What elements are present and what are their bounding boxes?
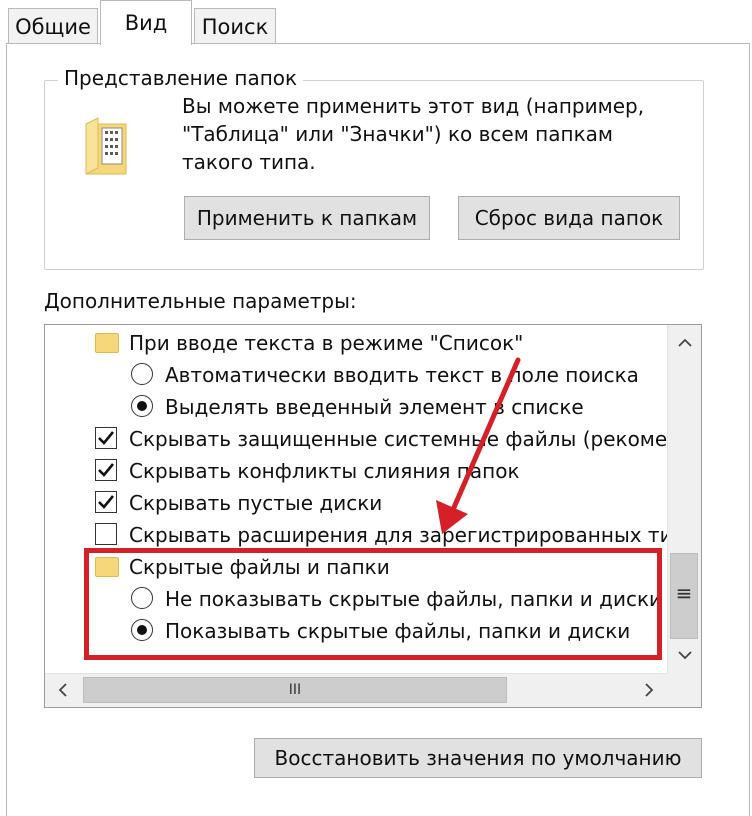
radio-button[interactable]	[131, 619, 153, 641]
horizontal-scrollbar[interactable]: III	[45, 673, 667, 707]
folder-view-icon	[85, 117, 127, 175]
list-item-label: Скрытые файлы и папки	[129, 555, 390, 579]
checkbox[interactable]	[95, 491, 117, 513]
radio-show-hidden[interactable]: Показывать скрытые файлы, папки и диски	[131, 615, 630, 647]
checkmark-icon	[98, 431, 115, 445]
advanced-settings-list[interactable]: При вводе текста в режиме "Список" Автом…	[44, 324, 702, 708]
checkbox-hide-protected-files[interactable]: Скрывать защищенные системные файлы (рек…	[95, 423, 667, 455]
checkbox-hide-merge-conflicts[interactable]: Скрывать конфликты слияния папок	[95, 455, 520, 487]
restore-defaults-button[interactable]: Восстановить значения по умолчанию	[254, 738, 702, 778]
scrollbar-corner	[667, 673, 701, 707]
folder-views-description: Вы можете применить этот вид (например, …	[182, 92, 662, 176]
radio-button[interactable]	[131, 363, 153, 385]
radio-dont-show-hidden[interactable]: Не показывать скрытые файлы, папки и дис…	[131, 583, 662, 615]
list-item-label: Скрывать расширения для зарегистрированн…	[129, 523, 667, 547]
radio-button[interactable]	[131, 395, 153, 417]
thumb-grip: III	[288, 682, 302, 698]
list-item-label: Скрывать конфликты слияния папок	[129, 459, 520, 483]
chevron-right-icon[interactable]	[633, 674, 665, 706]
checkbox-hide-empty-drives[interactable]: Скрывать пустые диски	[95, 487, 382, 519]
list-item-label: Скрывать пустые диски	[129, 491, 383, 515]
tab-general[interactable]: Общие	[8, 8, 98, 44]
checkbox[interactable]	[95, 523, 117, 545]
tab-strip: Общие Вид Поиск	[0, 0, 752, 45]
vertical-scrollbar[interactable]: ≡	[667, 325, 701, 673]
description-line: такого типа.	[182, 150, 316, 174]
checkbox[interactable]	[95, 459, 117, 481]
checkmark-icon	[98, 463, 115, 477]
advanced-settings-label: Дополнительные параметры:	[44, 289, 357, 313]
checkbox-hide-extensions[interactable]: Скрывать расширения для зарегистрированн…	[95, 519, 667, 551]
list-item-label: Выделять введенный элемент в списке	[165, 395, 584, 419]
thumb-grip: ≡	[675, 581, 693, 605]
list-item-label: Автоматически вводить текст в поле поиск…	[165, 363, 639, 387]
horizontal-scroll-thumb[interactable]: III	[83, 677, 507, 703]
list-item-label: При вводе текста в режиме "Список"	[129, 331, 524, 355]
radio-button[interactable]	[131, 587, 153, 609]
radio-auto-type-search[interactable]: Автоматически вводить текст в поле поиск…	[131, 359, 639, 391]
vertical-scroll-thumb[interactable]: ≡	[670, 553, 698, 639]
folder-views-title: Представление папок	[58, 66, 304, 90]
description-line: "Таблица" или "Значки") ко всем папкам	[182, 122, 613, 146]
radio-select-typed-item[interactable]: Выделять введенный элемент в списке	[131, 391, 584, 423]
checkbox[interactable]	[95, 427, 117, 449]
list-content: При вводе текста в режиме "Список" Автом…	[45, 325, 667, 673]
chevron-up-icon[interactable]	[669, 327, 701, 359]
tab-search[interactable]: Поиск	[194, 8, 276, 44]
chevron-left-icon[interactable]	[47, 674, 79, 706]
list-item-folder-hidden-files: Скрытые файлы и папки	[95, 551, 390, 583]
tab-view[interactable]: Вид	[100, 0, 192, 45]
chevron-down-icon[interactable]	[669, 639, 701, 671]
description-line: Вы можете применить этот вид (например,	[182, 94, 645, 118]
folder-icon	[95, 557, 119, 577]
list-item-label: Скрывать защищенные системные файлы (рек…	[129, 427, 667, 451]
folder-icon	[95, 333, 119, 353]
list-item-label: Не показывать скрытые файлы, папки и дис…	[165, 587, 663, 611]
apply-to-folders-button[interactable]: Применить к папкам	[184, 196, 430, 240]
list-item-folder-list-mode: При вводе текста в режиме "Список"	[95, 327, 523, 359]
reset-folders-button[interactable]: Сброс вида папок	[458, 196, 680, 240]
list-item-label: Показывать скрытые файлы, папки и диски	[165, 619, 631, 643]
checkmark-icon	[98, 495, 115, 509]
